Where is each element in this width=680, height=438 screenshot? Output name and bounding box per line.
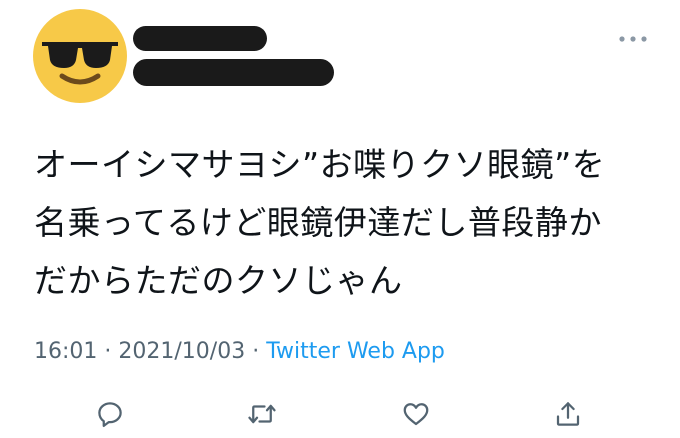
more-options-button[interactable] xyxy=(616,26,650,52)
display-name-redacted xyxy=(133,26,267,51)
tweet-meta: 16:01 · 2021/10/03 · Twitter Web App xyxy=(34,336,445,368)
like-button[interactable] xyxy=(398,396,434,432)
tweet-date[interactable]: 2021/10/03 xyxy=(118,339,245,364)
tweet-text-line: オーイシマサヨシ”お喋りクソ眼鏡”を xyxy=(34,145,606,184)
share-icon xyxy=(556,402,580,426)
tweet-card: オーイシマサヨシ”お喋りクソ眼鏡”を 名乗ってるけど眼鏡伊達だし普段静か だから… xyxy=(0,0,680,438)
tweet-text-line: 名乗ってるけど眼鏡伊達だし普段静か xyxy=(34,203,602,242)
reply-icon xyxy=(98,402,122,427)
retweet-button[interactable] xyxy=(244,396,280,432)
sunglasses-smiley-icon xyxy=(33,9,127,103)
meta-separator: · xyxy=(252,339,260,364)
heart-icon xyxy=(403,403,429,426)
tweet-text: オーイシマサヨシ”お喋りクソ眼鏡”を 名乗ってるけど眼鏡伊達だし普段静か だから… xyxy=(34,136,654,310)
reply-button[interactable] xyxy=(92,396,128,432)
share-button[interactable] xyxy=(550,396,586,432)
meta-separator: · xyxy=(104,339,112,364)
avatar[interactable] xyxy=(32,8,128,104)
ellipsis-icon xyxy=(619,36,647,42)
tweet-source-link[interactable]: Twitter Web App xyxy=(266,339,445,364)
tweet-actions-bar xyxy=(0,390,680,434)
tweet-time[interactable]: 16:01 xyxy=(34,339,97,364)
tweet-text-line: だからただのクソじゃん xyxy=(34,261,403,300)
username-redacted xyxy=(133,59,334,86)
retweet-icon xyxy=(248,404,276,424)
